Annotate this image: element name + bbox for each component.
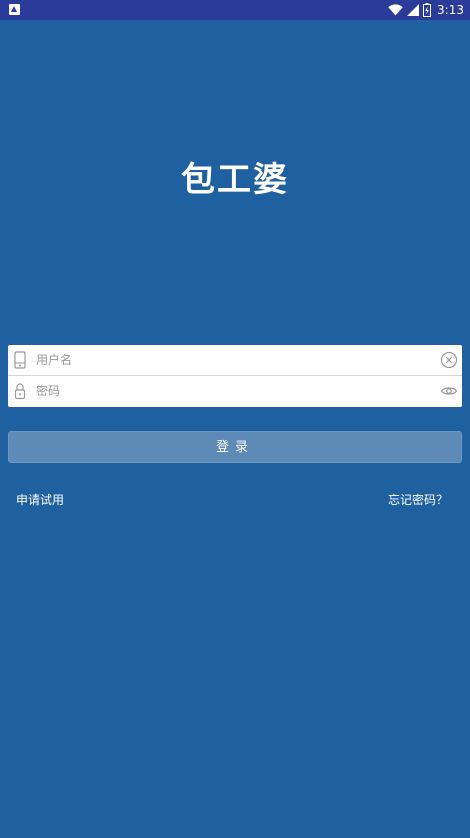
status-time: 3:13 [437, 3, 464, 17]
battery-charging-icon [423, 3, 432, 17]
status-bar: 3:13 [0, 0, 470, 20]
password-row [8, 376, 462, 406]
wifi-icon [388, 4, 403, 16]
android-notification-icon [9, 4, 20, 15]
username-input[interactable] [36, 348, 426, 372]
username-row [8, 345, 462, 376]
app-logo: 包工婆 [181, 160, 289, 200]
password-input[interactable] [36, 379, 426, 403]
cell-signal-icon [407, 4, 420, 16]
phone-icon [14, 351, 26, 369]
status-bar-right: 3:13 [388, 2, 464, 18]
eye-icon[interactable] [440, 382, 458, 400]
login-button[interactable]: 登录 [8, 431, 462, 463]
lock-icon [14, 383, 26, 400]
clear-circle-icon[interactable] [440, 351, 458, 369]
forgot-password-link[interactable]: 忘记密码？ [388, 492, 448, 508]
login-form-card [8, 345, 462, 407]
apply-trial-link[interactable]: 申请试用 [16, 492, 64, 508]
